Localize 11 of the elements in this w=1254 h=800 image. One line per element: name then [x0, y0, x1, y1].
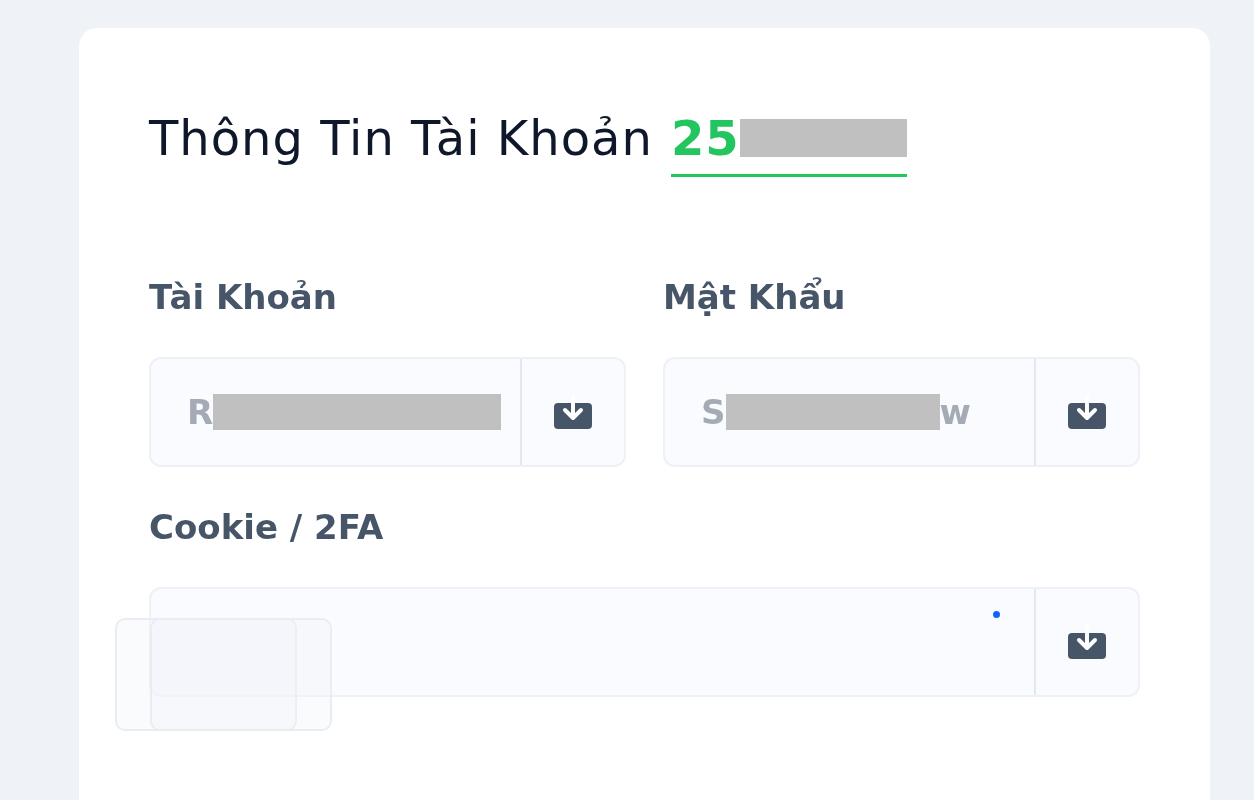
field-value: w [939, 392, 971, 432]
field-value: R [187, 392, 214, 432]
input-field[interactable] [149, 587, 1140, 697]
field-label: Mật Khẩu [663, 277, 847, 317]
account-number: 25 [670, 110, 907, 177]
input-field[interactable]: R [149, 357, 626, 467]
page-title: Thông Tin Tài Khoản [149, 110, 653, 166]
field-value: S [701, 392, 726, 432]
input-field[interactable]: S w [663, 357, 1140, 467]
field-label: Tài Khoản [149, 277, 338, 317]
field-label: Cookie / 2FA [149, 507, 385, 547]
